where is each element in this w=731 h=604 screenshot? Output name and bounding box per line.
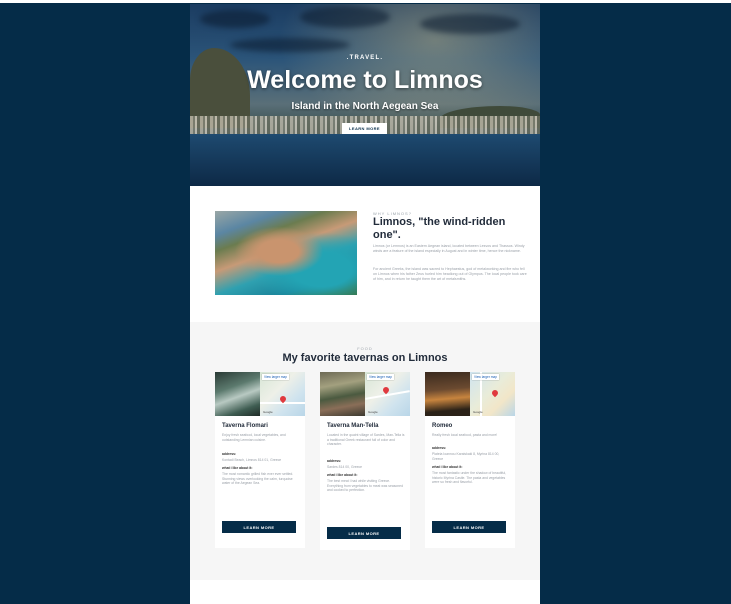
address-label: address: [327, 459, 342, 463]
taverna-address: Sardes 814 00, Greece [327, 465, 363, 469]
hero-cloud [230, 38, 350, 52]
taverna-card: View larger map Google Romeo Really fres… [425, 372, 515, 548]
tavernas-section: FOOD My favorite tavernas on Limnos View… [190, 322, 540, 580]
taverna-learn-more-button[interactable]: LEARN MORE [432, 521, 506, 533]
intro-paragraph-2: For ancient Greeks, the island was sacre… [373, 267, 527, 281]
view-larger-map-link[interactable]: View larger map [367, 374, 394, 380]
hero-banner: .TRAVEL. Welcome to Limnos Island in the… [190, 4, 540, 186]
taverna-why: The most fantastic under the shadow of b… [432, 471, 507, 485]
taverna-address: Plateia Ioannou Karaiskaki 8, Myrina 814… [432, 452, 500, 461]
taverna-photo [320, 372, 365, 416]
address-label: address: [222, 452, 237, 456]
intro-paragraph-1: Limnos (or Lemnos) is an Eastern Aegean … [373, 244, 525, 253]
taverna-address: Kontadi Beach, Limnos 814 01, Greece [222, 458, 282, 462]
hero-subtitle: Island in the North Aegean Sea [291, 101, 439, 112]
taverna-photo [215, 372, 260, 416]
view-larger-map-link[interactable]: View larger map [262, 374, 289, 380]
map-pin-icon [490, 388, 500, 398]
tavernas-title: My favorite tavernas on Limnos [282, 352, 448, 364]
map-logo: Google [263, 410, 273, 414]
map-logo: Google [473, 410, 483, 414]
hero-title: Welcome to Limnos [247, 66, 483, 94]
taverna-learn-more-button[interactable]: LEARN MORE [327, 527, 401, 539]
hero-kicker: .TRAVEL. [346, 55, 384, 61]
taverna-description: Really fresh local seafood, pasta and mo… [432, 433, 498, 437]
why-label: what i like about it: [222, 466, 253, 470]
address-label: address: [432, 446, 447, 450]
tavernas-kicker: FOOD [357, 346, 373, 351]
hero-cloud [300, 6, 390, 28]
map-embed[interactable]: View larger map Google [470, 372, 515, 416]
taverna-name: Taverna Flomari [222, 423, 268, 429]
map-logo: Google [368, 410, 378, 414]
top-border [0, 0, 731, 3]
taverna-name: Romeo [432, 423, 453, 429]
taverna-why: The best meat I had while visiting Greec… [327, 479, 403, 493]
taverna-why: The most romantic grilled fish ever ever… [222, 472, 294, 486]
hero-cloud [420, 14, 520, 34]
taverna-card: View larger map Google Taverna Flomari E… [215, 372, 305, 548]
hero-cloud [200, 10, 270, 28]
taverna-learn-more-button[interactable]: LEARN MORE [222, 521, 296, 533]
map-embed[interactable]: View larger map Google [260, 372, 305, 416]
taverna-card: View larger map Google Taverna Man-Tella… [320, 372, 410, 550]
taverna-description: Located in the quaint village of Sardes,… [327, 433, 405, 447]
hero-learn-more-button[interactable]: LEARN MORE [342, 123, 387, 134]
taverna-description: Enjoy fresh seafood, local vegetables, a… [222, 433, 286, 442]
taverna-photo [425, 372, 470, 416]
intro-title: Limnos, "the wind-ridden one". [373, 216, 506, 241]
hero-sea [190, 134, 540, 186]
taverna-name: Taverna Man-Tella [327, 423, 379, 429]
why-label: what i like about it: [327, 473, 358, 477]
map-embed[interactable]: View larger map Google [365, 372, 410, 416]
view-larger-map-link[interactable]: View larger map [472, 374, 499, 380]
limnos-coast-image [215, 211, 357, 295]
page-container: .TRAVEL. Welcome to Limnos Island in the… [190, 4, 540, 604]
why-label: what i like about it: [432, 465, 463, 469]
